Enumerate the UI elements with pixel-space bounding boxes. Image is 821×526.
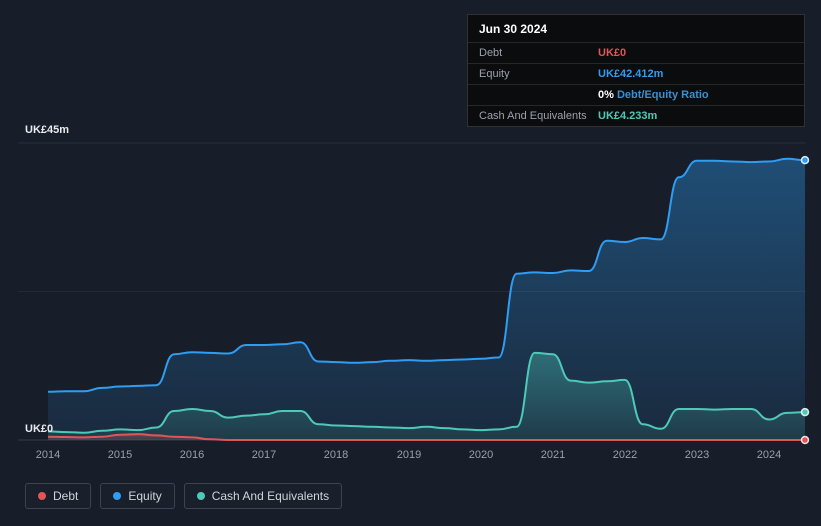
x-tick-label: 2021 (540, 449, 566, 461)
cash-and-equivalents-end-marker[interactable] (800, 407, 810, 417)
x-tick-label: 2015 (107, 449, 133, 461)
tooltip-ratio-row: 0% Debt/Equity Ratio (468, 84, 804, 105)
y-axis-min-label: UK£0 (25, 423, 54, 435)
legend-item-equity[interactable]: Equity (100, 483, 175, 509)
chart-tooltip: Jun 30 2024 Debt UK£0 Equity UK£42.412m … (467, 14, 805, 127)
tooltip-debt-row: Debt UK£0 (468, 42, 804, 63)
legend-item-debt[interactable]: Debt (25, 483, 92, 509)
x-tick-label: 2017 (251, 449, 277, 461)
x-tick-label: 2023 (684, 449, 710, 461)
tooltip-equity-row: Equity UK£42.412m (468, 63, 804, 84)
x-tick-label: 2024 (756, 449, 782, 461)
tooltip-equity-label: Equity (479, 68, 510, 80)
equity-area (48, 158, 805, 441)
tooltip-cash-row: Cash And Equivalents UK£4.233m (468, 105, 804, 126)
cash-color-dot (196, 492, 205, 500)
x-tick-label: 2020 (468, 449, 494, 461)
x-tick-label: 2016 (179, 449, 205, 461)
equity-end-marker[interactable] (800, 155, 810, 165)
x-axis: 2014 2015 2016 2017 2018 2019 2020 2021 2022 2023… (0, 449, 821, 465)
ratio-percent: 0% (598, 89, 614, 101)
chart-panel: UK£45m UK£0 2014 2015 2016 2017 2018 2019 2020… (0, 0, 821, 526)
x-tick-label: 2014 (35, 449, 61, 461)
x-tick-label: 2022 (612, 449, 638, 461)
legend-label-cash: Cash And Equivalents (211, 489, 330, 503)
tooltip-debt-label: Debt (479, 47, 503, 59)
tooltip-cash-value: UK£4.233m (598, 110, 658, 122)
debt-color-dot (38, 492, 46, 500)
tooltip-ratio-value: 0% Debt/Equity Ratio (598, 89, 709, 101)
legend-label-debt: Debt (53, 489, 79, 503)
legend: Debt Equity Cash And Equivalents (25, 483, 343, 509)
tooltip-debt-value: UK£0 (598, 47, 627, 59)
ratio-label: Debt/Equity Ratio (616, 89, 709, 101)
tooltip-equity-value: UK£42.412m (598, 68, 664, 80)
legend-label-equity: Equity (128, 489, 162, 503)
x-tick-label: 2019 (396, 449, 422, 461)
equity-color-dot (113, 492, 122, 500)
legend-item-cash[interactable]: Cash And Equivalents (183, 483, 343, 509)
x-tick-label: 2018 (323, 449, 349, 461)
debt-end-marker[interactable] (800, 435, 810, 445)
y-axis-max-label: UK£45m (25, 124, 70, 136)
tooltip-date: Jun 30 2024 (479, 22, 548, 36)
tooltip-cash-label: Cash And Equivalents (479, 110, 587, 122)
